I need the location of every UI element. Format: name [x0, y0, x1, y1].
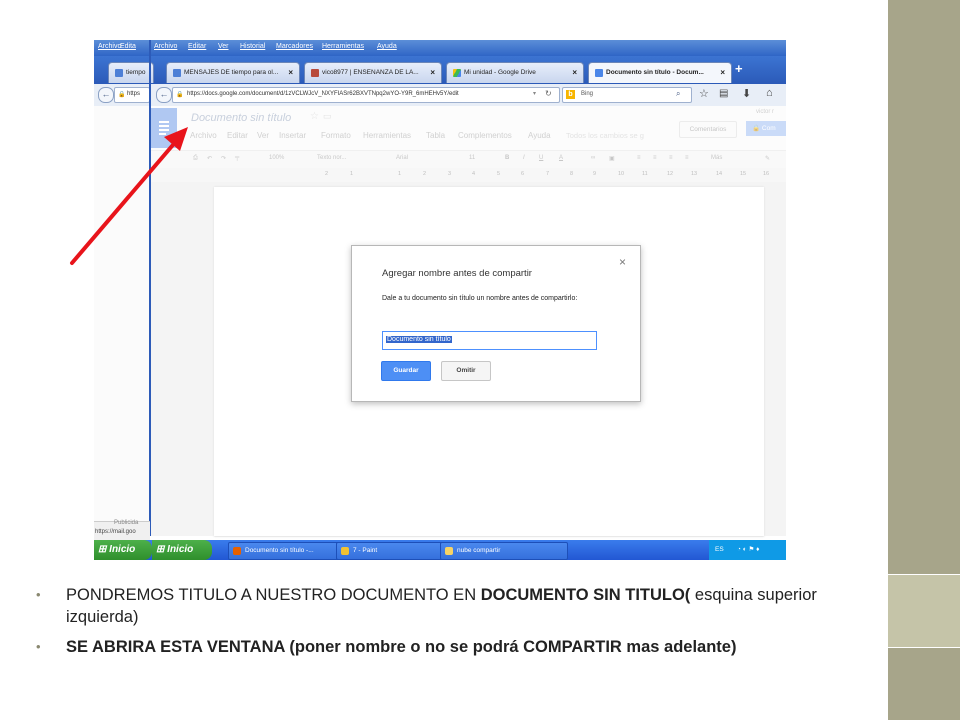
site-icon: [311, 69, 319, 77]
windows-taskbar: ⊞ Inicio ⊞ Inicio Documento sin título -…: [94, 540, 786, 560]
home-icon[interactable]: ⌂: [766, 87, 773, 99]
url-text: https://docs.google.com/document/d/1zVCL…: [187, 91, 459, 97]
start-label: Inicio: [109, 544, 136, 555]
tab-drive[interactable]: Mi unidad - Google Drive ×: [446, 62, 584, 83]
skip-button[interactable]: Omitir: [441, 361, 491, 381]
close-icon[interactable]: ×: [720, 68, 725, 77]
bullet-1-text-bold: DOCUMENTO SIN TITULO(: [480, 586, 691, 604]
start-button[interactable]: ⊞ Inicio: [152, 540, 212, 560]
start-label: Inicio: [167, 544, 194, 555]
bullet-2: • SE ABRIRA ESTA VENTANA (poner nombre o…: [36, 636, 866, 658]
bullet-2-text: SE ABRIRA ESTA VENTANA (poner nombre o n…: [66, 638, 737, 656]
document-name-value: Documento sin título: [386, 336, 452, 343]
search-bar[interactable]: b Bing ⌕: [562, 87, 692, 103]
url-left-text: https: [127, 91, 141, 97]
menu-edita[interactable]: Edita: [120, 43, 136, 50]
bing-icon: b: [566, 90, 575, 99]
menu-historial[interactable]: Historial: [240, 43, 265, 50]
taskbar-item-firefox[interactable]: Documento sin título -...: [228, 542, 346, 560]
status-bar: Publicida https://mail.goo: [94, 520, 150, 540]
windows-logo-icon: ⊞: [156, 544, 168, 555]
menu-archivo-2[interactable]: Archivo: [154, 43, 177, 50]
close-icon[interactable]: ×: [288, 68, 293, 77]
tray-icons[interactable]: ◔ ◐ ⚑ ♦: [737, 540, 759, 560]
search-icon: [173, 69, 181, 77]
status-ad-text: Publicida: [114, 520, 139, 526]
back-icon[interactable]: ←: [156, 87, 172, 103]
tab-vico[interactable]: vico8977 | ENSEÑANZA DE LA... ×: [304, 62, 442, 83]
firefox-icon: [233, 547, 241, 555]
bookmark-star-icon[interactable]: ☆: [699, 87, 709, 100]
rename-dialog: Agregar nombre antes de compartir × Dale…: [351, 245, 641, 402]
bullet-1: • PONDREMOS TITULO A NUESTRO DOCUMENTO E…: [36, 584, 866, 628]
lock-icon: 🔒: [176, 92, 184, 98]
close-icon[interactable]: ×: [572, 68, 577, 77]
language-indicator[interactable]: ES: [715, 540, 724, 560]
bullet-1-text-a: PONDREMOS TITULO A NUESTRO DOCUMENTO EN: [66, 586, 481, 604]
system-tray: ES ◔ ◐ ⚑ ♦: [709, 540, 786, 560]
slide-bullets: • PONDREMOS TITULO A NUESTRO DOCUMENTO E…: [36, 584, 866, 666]
bullet-dot: •: [36, 639, 41, 654]
drive-icon: [453, 69, 461, 77]
annotation-arrow: [70, 127, 188, 265]
save-button[interactable]: Guardar: [381, 361, 431, 381]
taskbar-label: Documento sin título -...: [245, 547, 314, 554]
paint-icon: [341, 547, 349, 555]
close-icon[interactable]: ×: [430, 68, 435, 77]
taskbar-label: nube compartir: [457, 547, 501, 554]
menu-herramientas[interactable]: Herramientas: [322, 43, 364, 50]
search-icon[interactable]: ⌕: [676, 89, 680, 99]
url-bar[interactable]: 🔒 https://docs.google.com/document/d/1zV…: [172, 87, 560, 103]
bullet-dot: •: [36, 587, 41, 602]
menu-archivo-1[interactable]: Archivo: [98, 43, 121, 50]
taskbar-item-paint[interactable]: 7 - Paint: [336, 542, 444, 560]
dialog-description: Dale a tu documento sin título un nombre…: [382, 295, 578, 302]
close-icon[interactable]: ×: [619, 255, 626, 269]
menu-marcadores[interactable]: Marcadores: [276, 43, 313, 50]
status-url: https://mail.goo: [95, 529, 136, 535]
menu-ayuda[interactable]: Ayuda: [377, 43, 397, 50]
dialog-title: Agregar nombre antes de compartir: [382, 268, 532, 279]
bookmarks-icon[interactable]: ▤: [719, 88, 728, 99]
back-icon[interactable]: ←: [98, 87, 114, 103]
document-name-input[interactable]: Documento sin título: [382, 331, 597, 350]
reload-icon[interactable]: ↻: [545, 89, 552, 98]
tab-tiempo[interactable]: tiempo: [108, 62, 154, 83]
slide-side-decoration: [888, 0, 960, 720]
tab-label: MENSAJES DE tiempo para ol...: [184, 69, 279, 76]
dropdown-icon[interactable]: ▾: [533, 90, 536, 97]
tab-documento[interactable]: Documento sin título - Docum... ×: [588, 62, 732, 83]
lock-icon: 🔒: [118, 92, 126, 98]
search-icon: [115, 69, 123, 77]
url-bar-left[interactable]: 🔒 https: [114, 87, 150, 103]
windows-logo-icon: ⊞: [98, 544, 110, 555]
docs-icon: [595, 69, 603, 77]
tab-label: Documento sin título - Docum...: [606, 69, 704, 76]
arrow-shaft: [70, 137, 180, 265]
navigation-bar: ← 🔒 https ← 🔒 https://docs.google.com/do…: [94, 84, 786, 107]
start-button[interactable]: ⊞ Inicio: [94, 540, 152, 560]
tab-label: vico8977 | ENSEÑANZA DE LA...: [322, 69, 419, 76]
menu-editar[interactable]: Editar: [188, 43, 206, 50]
menu-ver[interactable]: Ver: [218, 43, 229, 50]
download-icon[interactable]: ⬇: [742, 87, 751, 100]
new-tab-button[interactable]: +: [735, 61, 743, 76]
folder-icon: [445, 547, 453, 555]
search-engine-label: Bing: [581, 91, 594, 97]
tab-mensajes[interactable]: MENSAJES DE tiempo para ol... ×: [166, 62, 300, 83]
taskbar-label: 7 - Paint: [353, 547, 378, 554]
tab-bar: tiempo MENSAJES DE tiempo para ol... × v…: [94, 56, 786, 84]
taskbar-item-folder[interactable]: nube compartir: [440, 542, 568, 560]
tab-label: Mi unidad - Google Drive: [464, 69, 536, 76]
firefox-menu-bar: Archivo Edita Archivo Editar Ver Histori…: [94, 40, 786, 56]
arrow-head: [164, 127, 188, 151]
